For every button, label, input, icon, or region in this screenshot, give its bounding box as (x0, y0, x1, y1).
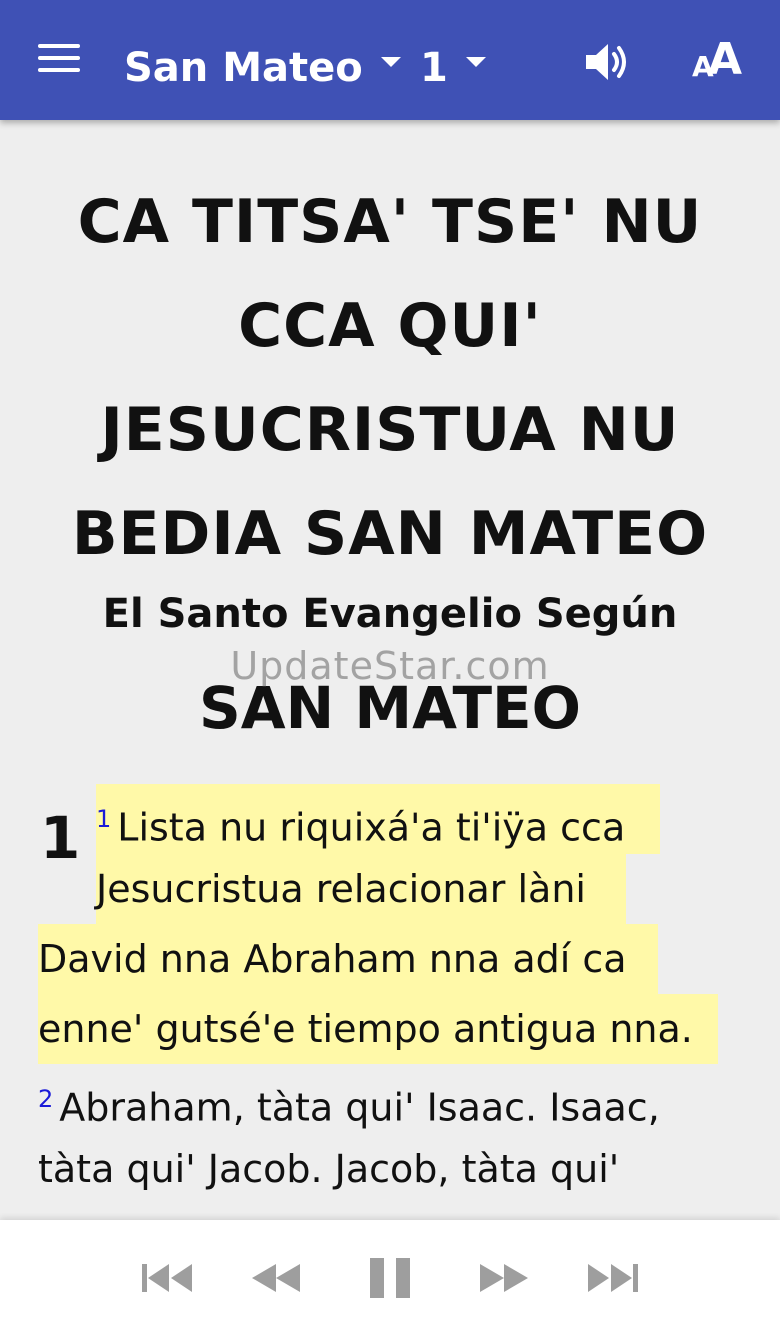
rewind-icon[interactable] (246, 1256, 306, 1300)
audio-player-bar (0, 1220, 780, 1334)
book-selector[interactable]: San Mateo (124, 38, 401, 98)
verse-text: tàta qui' Jacob. Jacob, tàta qui' (38, 1147, 620, 1191)
chapter-number: 1 (40, 804, 81, 872)
verse-number: 2 (38, 1085, 54, 1113)
chapter-selector[interactable]: 1 (420, 38, 486, 98)
heading-line: BEDIA SAN MATEO (71, 499, 709, 569)
text-size-big-letter: A (708, 34, 743, 85)
verse-text: Abraham, tàta qui' Isaac. Isaac, (59, 1085, 660, 1130)
verse-text: Jesucristua relacionar làni (96, 867, 586, 911)
verse-text: Lista nu riquixá'a ti'iÿa cca (117, 805, 626, 850)
verse-number: 1 (96, 805, 112, 833)
chapter-selector-label: 1 (420, 45, 448, 91)
book-selector-label: San Mateo (124, 45, 363, 91)
heading-line: JESUCRISTUA NU (100, 395, 680, 465)
verse-line[interactable]: 1 Lista nu riquixá'a ti'iÿa cca (96, 784, 660, 854)
verse-text: enne' gutsé'e tiempo antigua nna. (38, 1007, 693, 1051)
bible-reader-screen: San Mateo 1 A A CA TITSA' TSE' NU CCA QU… (0, 0, 780, 1334)
verse-text: David nna Abraham nna adí ca (38, 937, 627, 981)
verse-line[interactable]: enne' gutsé'e tiempo antigua nna. (38, 994, 718, 1064)
chapter-content: CA TITSA' TSE' NU CCA QUI' JESUCRISTUA N… (0, 120, 780, 1220)
book-heading: CA TITSA' TSE' NU CCA QUI' JESUCRISTUA N… (40, 170, 740, 586)
fast-forward-icon[interactable] (474, 1256, 534, 1300)
skip-next-icon[interactable] (582, 1256, 642, 1300)
verse-line[interactable]: David nna Abraham nna adí ca (38, 924, 658, 994)
book-name: SAN MATEO (199, 674, 581, 742)
chapter-dropdown-caret-icon (465, 57, 486, 67)
speaker-icon[interactable] (580, 38, 632, 86)
verse-line[interactable]: tàta qui' Jacob. Jacob, tàta qui' (38, 1134, 738, 1204)
verse-line[interactable]: Jesucristua relacionar làni (96, 854, 626, 924)
pause-icon[interactable] (360, 1250, 420, 1306)
skip-previous-icon[interactable] (138, 1256, 198, 1300)
book-dropdown-caret-icon (380, 57, 401, 67)
text-size-icon[interactable]: A A (690, 34, 750, 86)
book-subheading: El Santo Evangelio Según (102, 591, 678, 637)
top-app-bar: San Mateo 1 A A (0, 0, 780, 120)
hamburger-menu-icon[interactable] (38, 44, 82, 78)
heading-line: CA TITSA' TSE' NU (77, 187, 703, 257)
verse-line[interactable]: 2 Abraham, tàta qui' Isaac. Isaac, (38, 1064, 738, 1134)
heading-line: CCA QUI' (238, 291, 542, 361)
